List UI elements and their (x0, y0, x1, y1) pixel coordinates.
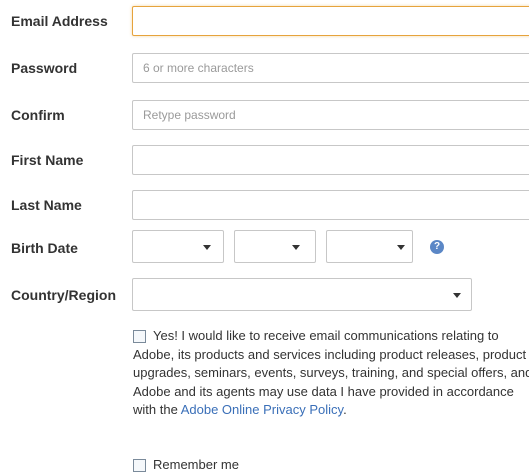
birth-month-select[interactable] (132, 230, 224, 263)
chevron-down-icon (453, 293, 461, 298)
chevron-down-icon (203, 245, 211, 250)
password-input[interactable] (132, 53, 529, 83)
remember-me-label: Remember me (153, 457, 239, 472)
email-input[interactable] (132, 6, 529, 36)
confirm-label: Confirm (11, 107, 65, 123)
birth-day-select[interactable] (234, 230, 316, 263)
birth-date-label: Birth Date (11, 240, 78, 256)
country-label: Country/Region (11, 287, 116, 303)
last-name-input[interactable] (132, 190, 529, 220)
last-name-label: Last Name (11, 197, 82, 213)
birth-year-select[interactable] (326, 230, 413, 263)
marketing-consent-text: Yes! I would like to receive email commu… (133, 327, 529, 420)
chevron-down-icon (292, 245, 300, 250)
help-icon[interactable]: ? (430, 240, 444, 254)
first-name-input[interactable] (132, 145, 529, 175)
privacy-policy-link[interactable]: Adobe Online Privacy Policy (181, 402, 343, 417)
password-label: Password (11, 60, 78, 76)
chevron-down-icon (397, 245, 405, 250)
registration-form: Email Address Password Confirm First Nam… (0, 0, 529, 474)
confirm-password-input[interactable] (132, 100, 529, 130)
first-name-label: First Name (11, 152, 84, 168)
remember-me-checkbox[interactable] (133, 459, 146, 472)
country-select[interactable] (132, 278, 472, 311)
email-label: Email Address (11, 13, 108, 29)
